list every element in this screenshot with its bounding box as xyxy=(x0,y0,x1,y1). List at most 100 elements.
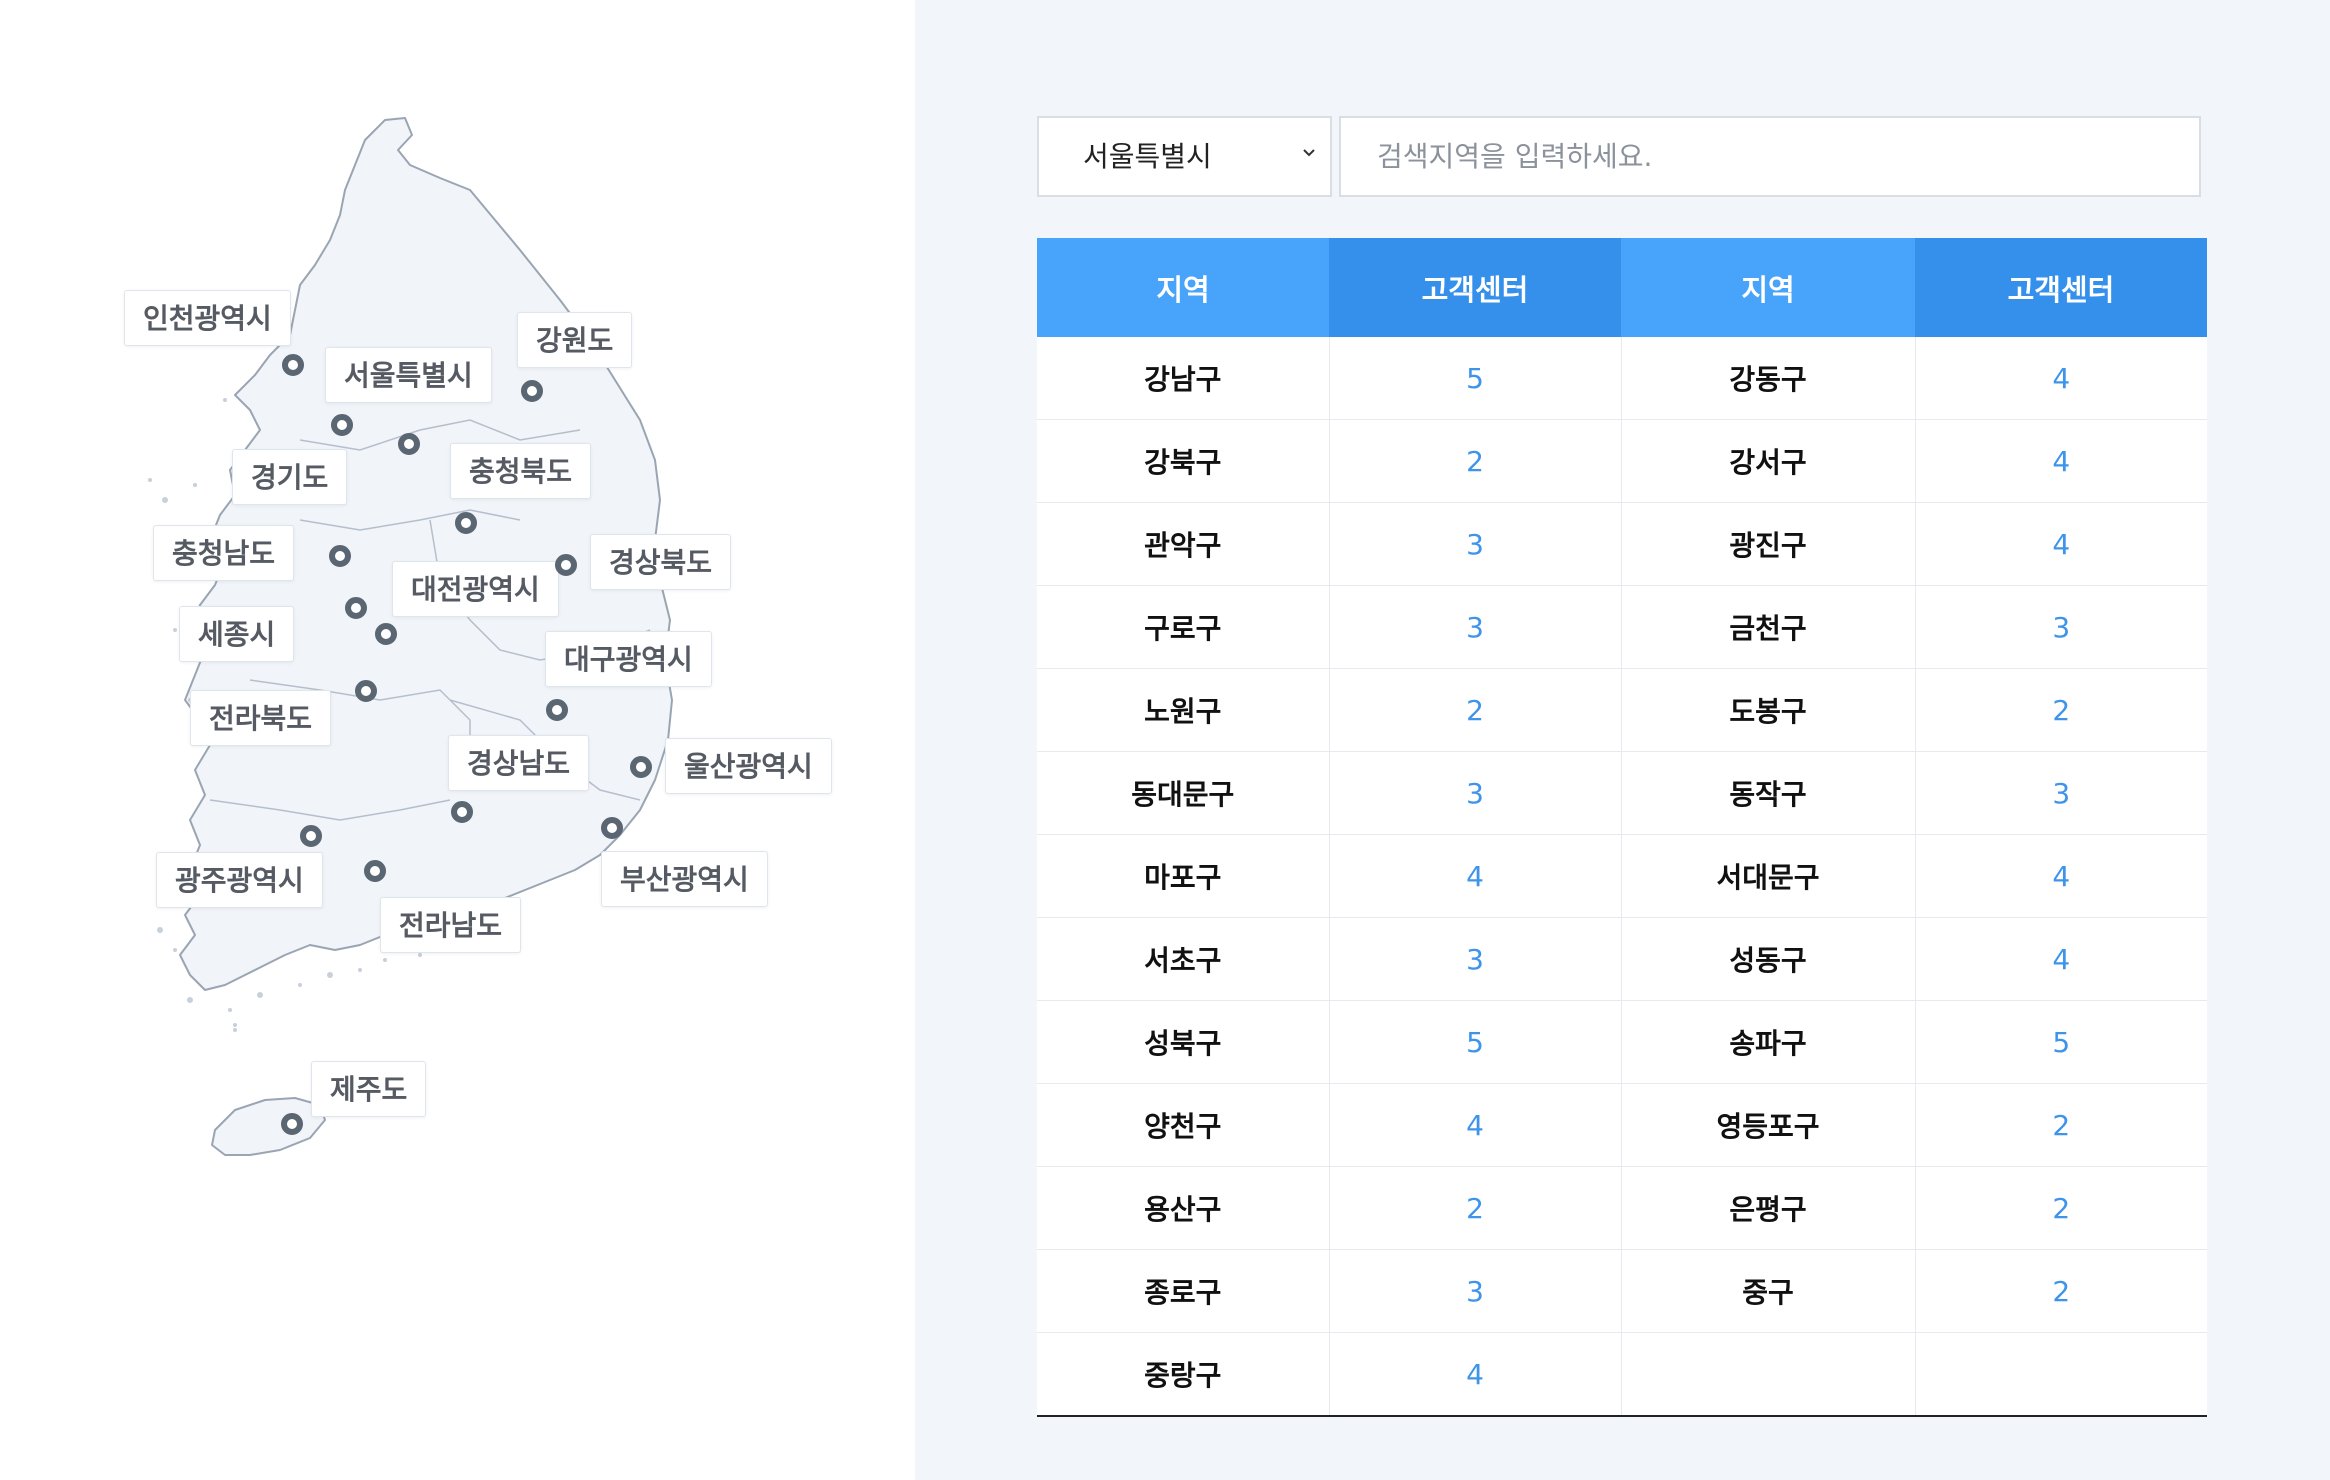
city-select[interactable]: 서울특별시 xyxy=(1037,116,1332,197)
center-count-cell: 3 xyxy=(1329,751,1622,835)
table-row: 중랑구 4 xyxy=(1037,1332,2207,1417)
region-label-seoul[interactable]: 서울특별시 xyxy=(325,347,492,403)
table-row: 서초구 3 성동구 4 xyxy=(1037,917,2207,1001)
table-header-row: 지역 고객센터 지역 고객센터 xyxy=(1037,238,2207,337)
marker-gyeonggi-a[interactable] xyxy=(331,414,353,436)
district-cell[interactable]: 관악구 xyxy=(1037,502,1330,586)
center-count-cell: 4 xyxy=(1915,419,2207,503)
marker-gyeongnam[interactable] xyxy=(451,801,473,823)
table-row: 관악구 3 광진구 4 xyxy=(1037,502,2207,586)
district-cell[interactable]: 영등포구 xyxy=(1621,1083,1916,1167)
district-cell[interactable]: 은평구 xyxy=(1621,1166,1916,1250)
district-cell xyxy=(1621,1332,1916,1417)
district-cell[interactable]: 서초구 xyxy=(1037,917,1330,1001)
district-cell[interactable]: 구로구 xyxy=(1037,585,1330,669)
marker-gyeongbuk[interactable] xyxy=(555,554,577,576)
district-cell[interactable]: 마포구 xyxy=(1037,834,1330,918)
region-label-gwangju[interactable]: 광주광역시 xyxy=(156,852,323,908)
center-count-cell: 4 xyxy=(1915,337,2207,420)
header-region: 지역 xyxy=(1621,238,1915,337)
district-cell[interactable]: 중구 xyxy=(1621,1249,1916,1333)
center-count-cell: 3 xyxy=(1329,1249,1622,1333)
jeju-shape xyxy=(211,1097,326,1156)
table-row: 마포구 4 서대문구 4 xyxy=(1037,834,2207,918)
district-cell[interactable]: 강남구 xyxy=(1037,337,1330,420)
center-count-cell: 3 xyxy=(1915,585,2207,669)
marker-ulsan[interactable] xyxy=(630,756,652,778)
district-cell[interactable]: 강동구 xyxy=(1621,337,1916,420)
center-count-cell: 4 xyxy=(1329,1332,1622,1417)
marker-jeonbuk[interactable] xyxy=(355,680,377,702)
district-cell[interactable]: 금천구 xyxy=(1621,585,1916,669)
table-row: 종로구 3 중구 2 xyxy=(1037,1249,2207,1333)
marker-chungbuk[interactable] xyxy=(455,512,477,534)
region-label-chungbuk[interactable]: 충청북도 xyxy=(450,443,592,499)
table-row: 강남구 5 강동구 4 xyxy=(1037,337,2207,420)
city-select-value: 서울특별시 xyxy=(1083,140,1212,173)
chevron-down-icon xyxy=(1303,149,1315,157)
center-count-cell: 3 xyxy=(1329,917,1622,1001)
district-cell[interactable]: 중랑구 xyxy=(1037,1332,1330,1417)
region-label-gyeongnam[interactable]: 경상남도 xyxy=(448,735,590,791)
region-label-busan[interactable]: 부산광역시 xyxy=(601,851,768,907)
district-cell[interactable]: 용산구 xyxy=(1037,1166,1330,1250)
region-label-gyeongbuk[interactable]: 경상북도 xyxy=(590,534,732,590)
marker-gwangju[interactable] xyxy=(300,825,322,847)
center-count-cell: 3 xyxy=(1915,751,2207,835)
center-count-cell: 5 xyxy=(1329,1000,1622,1084)
district-cell[interactable]: 종로구 xyxy=(1037,1249,1330,1333)
marker-incheon[interactable] xyxy=(282,354,304,376)
region-label-jeonnam[interactable]: 전라남도 xyxy=(380,897,522,953)
district-cell[interactable]: 광진구 xyxy=(1621,502,1916,586)
center-count-cell: 5 xyxy=(1915,1000,2207,1084)
search-input[interactable] xyxy=(1339,116,2201,197)
district-cell[interactable]: 강서구 xyxy=(1621,419,1916,503)
region-label-gangwon[interactable]: 강원도 xyxy=(517,312,633,368)
table-row: 구로구 3 금천구 3 xyxy=(1037,585,2207,669)
marker-sejong[interactable] xyxy=(345,597,367,619)
table-row: 성북구 5 송파구 5 xyxy=(1037,1000,2207,1084)
region-label-sejong[interactable]: 세종시 xyxy=(179,606,295,662)
district-cell[interactable]: 성북구 xyxy=(1037,1000,1330,1084)
district-cell[interactable]: 송파구 xyxy=(1621,1000,1916,1084)
region-label-chungnam[interactable]: 충청남도 xyxy=(153,525,295,581)
district-cell[interactable]: 도봉구 xyxy=(1621,668,1916,752)
center-count-cell: 4 xyxy=(1915,834,2207,918)
district-cell[interactable]: 동작구 xyxy=(1621,751,1916,835)
region-label-jeonbuk[interactable]: 전라북도 xyxy=(190,690,332,746)
center-count-cell: 3 xyxy=(1329,585,1622,669)
district-cell[interactable]: 강북구 xyxy=(1037,419,1330,503)
marker-jeju[interactable] xyxy=(281,1113,303,1135)
header-center-count: 고객센터 xyxy=(1329,238,1621,337)
district-cell[interactable]: 서대문구 xyxy=(1621,834,1916,918)
center-count-cell: 2 xyxy=(1329,419,1622,503)
center-count-cell: 2 xyxy=(1915,1166,2207,1250)
table-row: 양천구 4 영등포구 2 xyxy=(1037,1083,2207,1167)
region-label-ulsan[interactable]: 울산광역시 xyxy=(665,738,832,794)
district-cell[interactable]: 동대문구 xyxy=(1037,751,1330,835)
district-cell[interactable]: 양천구 xyxy=(1037,1083,1330,1167)
table-row: 용산구 2 은평구 2 xyxy=(1037,1166,2207,1250)
region-label-daegu[interactable]: 대구광역시 xyxy=(545,631,712,687)
district-cell[interactable]: 노원구 xyxy=(1037,668,1330,752)
district-cell[interactable]: 성동구 xyxy=(1621,917,1916,1001)
marker-daegu[interactable] xyxy=(546,699,568,721)
marker-chungnam[interactable] xyxy=(329,545,351,567)
center-count-cell: 4 xyxy=(1915,502,2207,586)
center-count-cell: 2 xyxy=(1915,1083,2207,1167)
center-count-cell: 4 xyxy=(1329,834,1622,918)
region-label-jeju[interactable]: 제주도 xyxy=(311,1061,427,1117)
center-count-cell xyxy=(1915,1332,2207,1417)
table-row: 강북구 2 강서구 4 xyxy=(1037,419,2207,503)
center-count-cell: 4 xyxy=(1329,1083,1622,1167)
map-panel: 인천광역시 서울특별시 강원도 경기도 충청북도 충청남도 경상북도 대전광역시… xyxy=(0,0,915,1480)
marker-busan[interactable] xyxy=(601,817,623,839)
marker-gangwon[interactable] xyxy=(521,380,543,402)
search-controls: 서울특별시 xyxy=(1037,116,2205,197)
region-label-daejeon[interactable]: 대전광역시 xyxy=(392,561,559,617)
marker-seoul[interactable] xyxy=(398,433,420,455)
marker-jeonnam[interactable] xyxy=(364,860,386,882)
region-label-gyeonggi[interactable]: 경기도 xyxy=(232,449,348,505)
marker-daejeon[interactable] xyxy=(375,623,397,645)
region-label-incheon[interactable]: 인천광역시 xyxy=(124,290,291,346)
